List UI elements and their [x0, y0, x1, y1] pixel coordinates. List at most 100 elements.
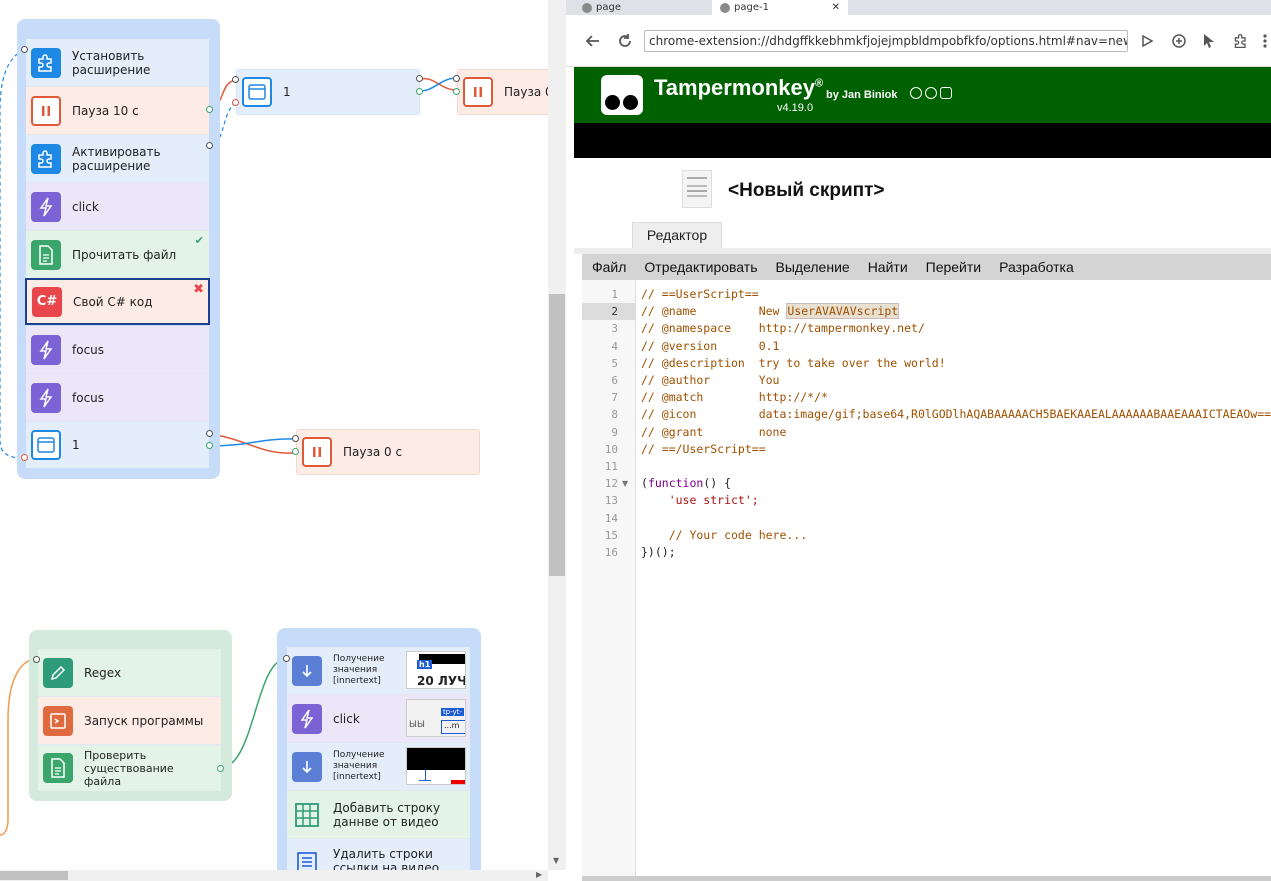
code-line: // ==/UserScript== — [641, 441, 766, 456]
lightning-icon — [292, 703, 322, 734]
list-icon — [292, 847, 322, 870]
connector-dot[interactable] — [283, 655, 290, 662]
connector-dot[interactable] — [416, 88, 423, 95]
browser-tab-page[interactable]: page — [582, 0, 621, 15]
block-delete-rows[interactable]: Удалить строки ссылки на видео — [287, 839, 470, 870]
connector-dot[interactable] — [292, 435, 299, 442]
menu-dots-icon[interactable] — [1260, 32, 1270, 50]
connector-dot[interactable] — [453, 88, 460, 95]
connector-dot[interactable] — [206, 106, 213, 113]
menu-file[interactable]: Файл — [592, 259, 626, 275]
facebook-icon[interactable] — [925, 87, 937, 99]
block-label: click — [72, 199, 99, 214]
block-read-file[interactable]: Прочитать файл ✔ — [26, 231, 209, 279]
connector-dot[interactable] — [292, 448, 299, 455]
script-header: <Новый скрипт> Редактор — [574, 158, 1271, 248]
lightning-icon — [31, 334, 61, 365]
line-number: 5 — [611, 356, 618, 370]
editor-menubar: Файл Отредактировать Выделение Найти Пер… — [582, 254, 1271, 280]
block-activate-extension[interactable]: Активировать расширение — [26, 135, 209, 183]
tampermonkey-title: Tampermonkey® — [654, 75, 824, 100]
line-number: 14 — [604, 511, 618, 525]
block-label: 1 — [72, 438, 80, 452]
puzzle-icon — [31, 47, 61, 78]
close-tab-icon[interactable]: ✕ — [832, 2, 840, 13]
file-icon — [31, 239, 61, 270]
block-label: Запуск программы — [84, 713, 204, 728]
tampermonkey-nav-bar — [574, 123, 1271, 158]
line-number: 11 — [604, 460, 618, 473]
block-install-extension[interactable]: Установить расширение — [26, 39, 209, 87]
tampermonkey-version: v4.19.0 — [777, 102, 814, 114]
file-icon — [43, 753, 73, 783]
node-window-top[interactable]: 1 — [236, 69, 420, 115]
connector-dot[interactable] — [21, 454, 28, 461]
connector-dot[interactable] — [206, 142, 213, 149]
block-pause-10[interactable]: Пауза 10 с — [26, 87, 209, 135]
scrollbar-thumb[interactable] — [549, 294, 565, 576]
tab-editor[interactable]: Редактор — [632, 222, 722, 248]
menu-find[interactable]: Найти — [868, 259, 908, 275]
block-label: click — [333, 711, 360, 726]
github-icon[interactable] — [910, 87, 922, 99]
block-label: Пауза 0 — [504, 85, 548, 99]
block-focus-2[interactable]: focus — [26, 374, 209, 422]
block-focus-1[interactable]: focus — [26, 326, 209, 374]
instagram-icon[interactable] — [940, 87, 952, 99]
crosshair-icon[interactable] — [1170, 32, 1188, 50]
menu-goto[interactable]: Перейти — [926, 259, 981, 275]
lightning-icon — [31, 191, 61, 222]
scrollbar-thumb[interactable] — [0, 871, 68, 880]
line-number: 13 — [604, 494, 618, 508]
connector-dot[interactable] — [232, 76, 239, 83]
script-icon — [682, 170, 712, 208]
reload-icon[interactable] — [616, 32, 634, 50]
connector-dot[interactable] — [33, 656, 40, 663]
code-editor[interactable]: 1 2 3 4 5 6 7 8 9 10 11 12 ▼ 13 14 15 16 // ==UserScript… — [582, 280, 1271, 881]
connector-dot[interactable] — [206, 442, 213, 449]
block-window-1[interactable]: 1 — [26, 422, 209, 468]
block-run-program[interactable]: Запуск программы — [38, 697, 221, 745]
code-line: (function() { — [641, 476, 732, 491]
canvas-horizontal-scrollbar[interactable]: ▶ — [0, 870, 548, 881]
check-icon: ✔ — [194, 234, 204, 247]
block-regex[interactable]: Regex — [38, 649, 221, 697]
connector-dot[interactable] — [416, 75, 423, 82]
menu-edit[interactable]: Отредактировать — [644, 259, 757, 275]
block-csharp-code[interactable]: C# Свой C# код ✖ — [25, 278, 210, 325]
screen: Установить расширение Пауза 10 с Активир… — [0, 0, 1271, 881]
connector-dot[interactable] — [453, 75, 460, 82]
block-check-file[interactable]: Проверить существование файла — [38, 745, 221, 791]
block-click[interactable]: click — [26, 183, 209, 231]
scroll-right-arrow-icon[interactable]: ▶ — [536, 870, 542, 879]
block-label: Прочитать файл — [72, 247, 177, 262]
connector-dot[interactable] — [232, 99, 239, 106]
cursor-icon[interactable] — [1200, 32, 1218, 50]
connector-dot[interactable] — [206, 430, 213, 437]
back-arrow-icon[interactable] — [584, 32, 602, 50]
line-number: 3 — [611, 322, 618, 336]
workflow-canvas[interactable]: Установить расширение Пауза 10 с Активир… — [0, 0, 548, 870]
scroll-down-arrow-icon[interactable]: ▼ — [553, 856, 559, 865]
line-number: 10 — [604, 442, 618, 456]
block-add-row[interactable]: Добавить строку даннве от видео — [287, 791, 470, 839]
lightning-icon — [31, 382, 61, 413]
connector-dot[interactable] — [21, 46, 28, 53]
node-pause-top[interactable]: Пауза 0 — [457, 69, 548, 115]
menu-developer[interactable]: Разработка — [999, 259, 1074, 275]
address-bar[interactable]: chrome-extension://dhdgffkkebhmkfjojejmp… — [644, 30, 1128, 52]
pause-icon — [463, 77, 493, 107]
browser-tab-page-1[interactable]: page-1 ✕ — [712, 0, 848, 15]
fold-arrow-icon[interactable]: ▼ — [622, 479, 628, 488]
node-pause-bottom[interactable]: Пауза 0 с — [296, 429, 480, 475]
canvas-vertical-scrollbar[interactable]: ▼ — [548, 0, 566, 870]
connector-dot[interactable] — [217, 765, 224, 772]
extension-puzzle-icon[interactable] — [1232, 32, 1250, 50]
code-line: // @namespace http://tampermonkey.net/ — [641, 321, 925, 336]
code-line: 'use strict'; — [641, 493, 759, 508]
menu-selection[interactable]: Выделение — [776, 259, 850, 275]
line-number: 6 — [611, 374, 618, 387]
terminal-icon — [43, 705, 73, 736]
editor-horizontal-scrollbar[interactable] — [582, 876, 1271, 881]
play-icon[interactable] — [1138, 32, 1156, 50]
